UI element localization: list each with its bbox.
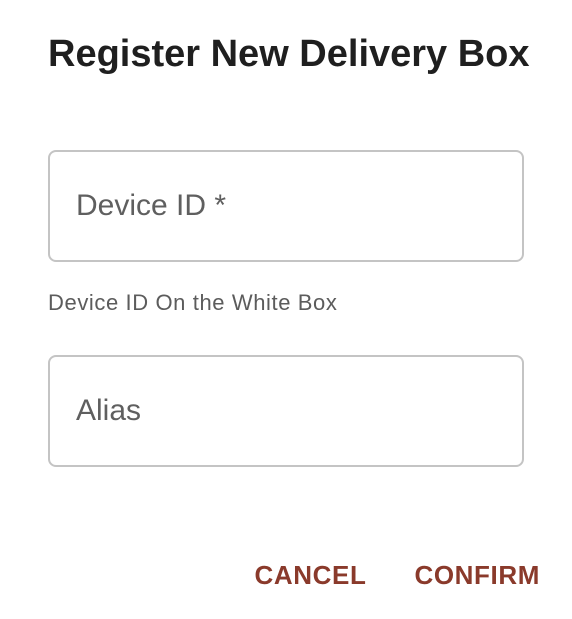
register-delivery-box-dialog: Register New Delivery Box Device ID On t… [0, 0, 572, 619]
cancel-button[interactable]: CANCEL [255, 556, 367, 594]
alias-input[interactable] [50, 357, 522, 465]
alias-field[interactable] [48, 355, 524, 467]
device-id-field[interactable] [48, 150, 524, 262]
dialog-title: Register New Delivery Box [48, 33, 530, 75]
confirm-button[interactable]: CONFIRM [414, 556, 540, 594]
device-id-helper-text: Device ID On the White Box [48, 290, 338, 315]
dialog-actions: CANCEL CONFIRM [255, 556, 540, 594]
device-id-input[interactable] [50, 152, 522, 260]
